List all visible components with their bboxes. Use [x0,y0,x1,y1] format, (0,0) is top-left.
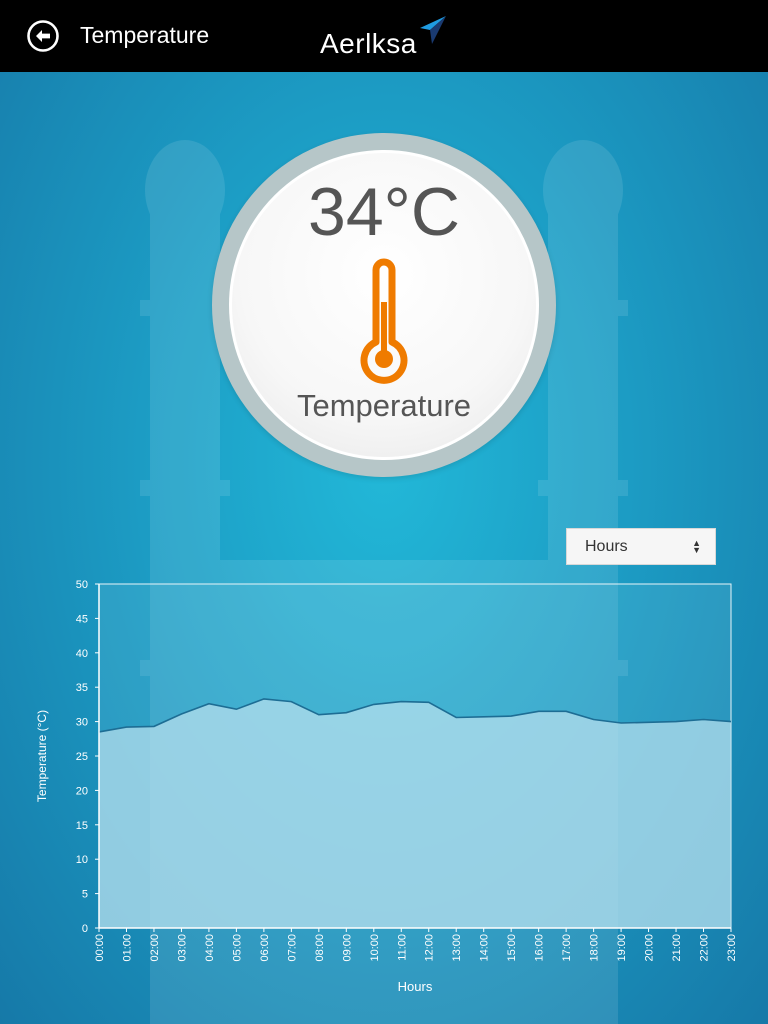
brand-logo-text: Aerlksa [320,28,417,59]
temperature-chart: 0 5 10 15 20 25 30 35 40 45 50 00:00 01:00 02:00 03:0… [35,579,738,994]
y-tick-label: 40 [76,648,88,660]
x-tick-label: 14:00 [479,934,491,962]
x-tick-label: 09:00 [341,934,353,962]
y-tick-label: 15 [76,820,88,832]
select-arrows-icon: ▲ ▼ [692,538,701,555]
y-axis-label: Temperature (°C) [35,710,49,802]
y-tick-label: 20 [76,785,88,797]
temperature-value: 34°C [308,174,460,250]
period-select[interactable]: Hours ▲ ▼ [566,528,716,565]
paper-plane-icon [420,16,446,44]
x-tick-label: 00:00 [94,934,106,962]
x-tick-label: 13:00 [451,934,463,962]
x-tick-label: 12:00 [424,934,436,962]
x-tick-label: 10:00 [369,934,381,962]
period-select-value: Hours [585,538,628,555]
thermometer-icon [360,258,408,384]
x-tick-label: 08:00 [314,934,326,962]
x-axis-label: Hours [398,979,433,994]
series-area [99,698,731,928]
y-tick-label: 10 [76,854,88,866]
x-tick-label: 18:00 [589,934,601,962]
gauge-label: Temperature [296,388,472,423]
y-tick-label: 35 [76,682,88,694]
x-tick-label: 15:00 [506,934,518,962]
back-arrow-icon [27,20,59,52]
x-tick-label: 07:00 [286,934,298,962]
x-tick-label: 21:00 [671,934,683,962]
x-tick-label: 22:00 [699,934,711,962]
x-tick-label: 04:00 [204,934,216,962]
page-title: Temperature [80,22,210,48]
y-tick-label: 25 [76,751,88,763]
back-button[interactable] [27,20,59,52]
x-tick-label: 01:00 [122,934,134,962]
x-tick-label: 02:00 [149,934,161,962]
x-tick-label: 23:00 [726,934,738,962]
x-tick-label: 17:00 [561,934,573,962]
y-tick-label: 50 [76,579,88,591]
x-tick-label: 16:00 [534,934,546,962]
y-tick-label: 5 [82,889,88,901]
x-tick-label: 11:00 [396,934,408,961]
y-tick-label: 0 [82,923,88,935]
y-tick-label: 30 [76,717,88,729]
y-tick-label: 45 [76,613,88,625]
x-tick-label: 03:00 [176,934,188,962]
x-tick-label: 19:00 [616,934,628,962]
top-bar: Temperature Aerlksa [0,0,768,72]
x-tick-label: 06:00 [259,934,271,962]
x-tick-label: 05:00 [231,934,243,962]
x-tick-label: 20:00 [644,934,656,962]
